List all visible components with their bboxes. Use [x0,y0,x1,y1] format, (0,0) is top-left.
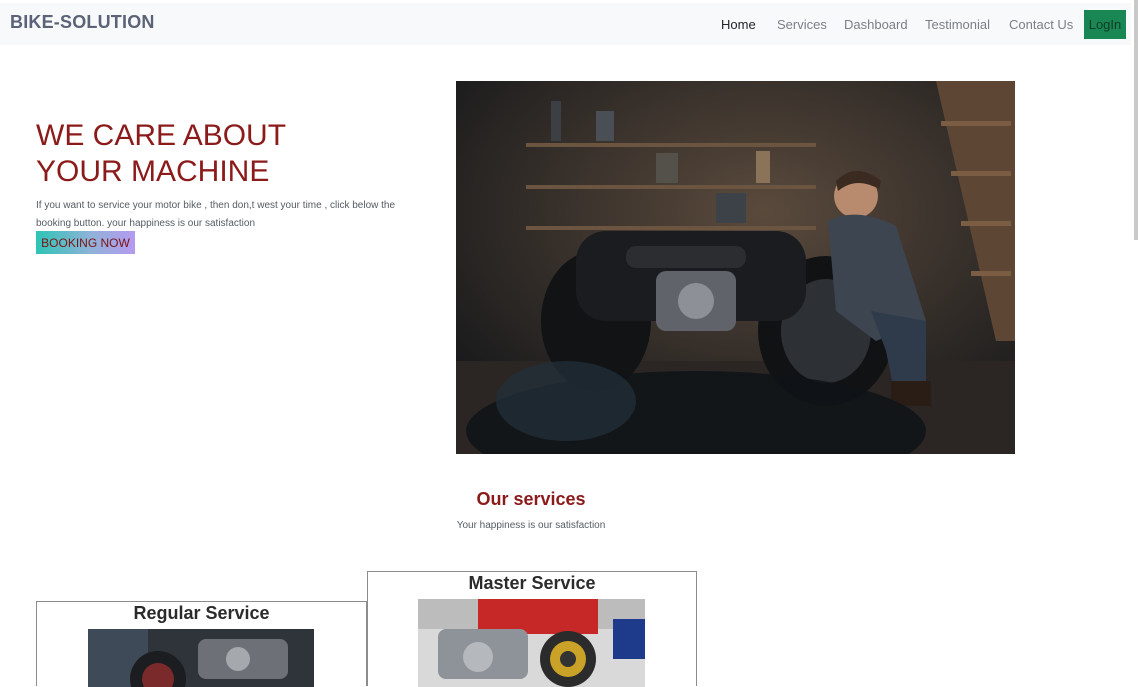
service-card-title: Master Service [468,573,596,593]
hero-title: WE CARE ABOUT YOUR MACHINE [36,118,416,190]
hero-image-garage-mechanic [456,81,1015,454]
master-service-image [418,599,645,687]
hero-description: If you want to service your motor bike ,… [36,200,396,229]
nav-link-testimonial[interactable]: Testimonial [925,17,990,32]
service-card-master[interactable]: Master Service [367,571,697,687]
nav-link-dashboard[interactable]: Dashboard [844,17,908,32]
services-section-title: Our services [476,489,586,509]
hero-title-line-2: YOUR MACHINE [36,155,270,188]
brand-logo[interactable]: BIKE-SOLUTION [10,12,155,33]
nav-link-contact-us[interactable]: Contact Us [1009,17,1073,32]
nav-link-services[interactable]: Services [777,17,827,32]
hero-title-line-1: WE CARE ABOUT [36,119,287,152]
booking-now-button[interactable]: BOOKING NOW [36,231,135,254]
navbar: BIKE-SOLUTION Home Services Dashboard Te… [0,3,1131,45]
nav-link-home[interactable]: Home [721,17,756,32]
service-card-regular[interactable]: Regular Service [36,601,367,687]
service-card-title: Regular Service [133,603,270,623]
regular-service-image [88,629,314,687]
page-scrollbar[interactable] [1134,0,1138,240]
login-button[interactable]: LogIn [1084,10,1126,39]
services-section-subtitle: Your happiness is our satisfaction [456,520,606,531]
